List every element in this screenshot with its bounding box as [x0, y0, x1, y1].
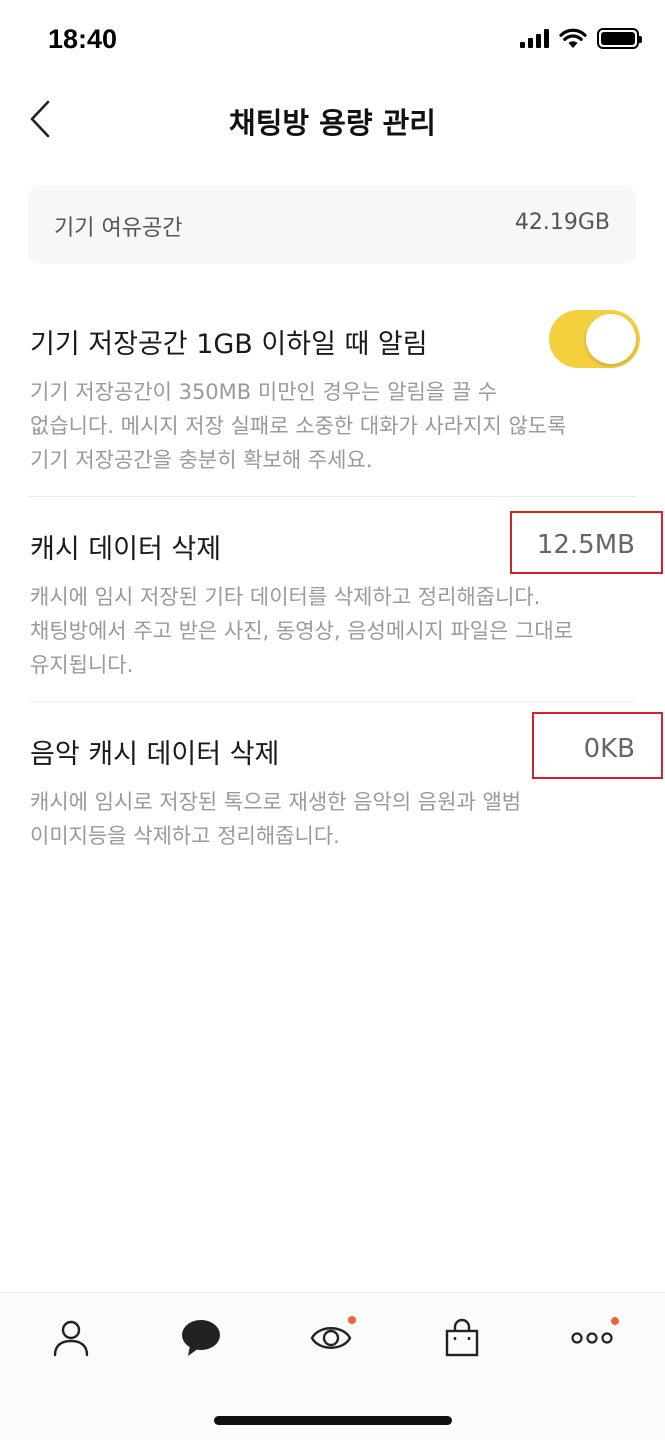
- tab-shopping[interactable]: [427, 1307, 497, 1369]
- page-title: 채팅방 용량 관리: [229, 106, 436, 140]
- tab-chats[interactable]: [166, 1307, 236, 1369]
- person-icon: [53, 1320, 89, 1357]
- status-icons: [520, 28, 642, 49]
- chat-bubble-icon: [182, 1320, 220, 1356]
- view-eye-icon: [310, 1327, 352, 1349]
- low-storage-alert-description: 기기 저장공간이 350MB 미만인 경우는 알림을 끌 수 없습니다. 메시지…: [30, 375, 630, 477]
- wifi-icon: [559, 28, 587, 48]
- tab-view[interactable]: [296, 1307, 366, 1369]
- tab-more[interactable]: [557, 1307, 627, 1369]
- shopping-bag-icon: [445, 1318, 479, 1357]
- low-storage-alert-title: 기기 저장공간 1GB 이하일 때 알림: [30, 329, 428, 360]
- cache-size-value: 12.5MB: [536, 530, 635, 560]
- device-storage-card: 기기 여유공간 42.19GB: [28, 185, 636, 264]
- cache-delete-description: 캐시에 임시 저장된 기타 데이터를 삭제하고 정리해줍니다. 채팅방에서 주고…: [30, 580, 630, 682]
- status-time: 18:40: [48, 24, 118, 54]
- description-line: 유지됩니다.: [30, 653, 134, 677]
- home-indicator: [214, 1416, 452, 1425]
- status-bar: 18:40: [0, 0, 665, 84]
- device-storage-label: 기기 여유공간: [54, 216, 183, 241]
- cache-delete-title[interactable]: 캐시 데이터 삭제: [30, 527, 221, 566]
- toggle-knob: [586, 314, 636, 364]
- description-line: 캐시에 임시로 저장된 톡으로 재생한 음악의 음원과 앨범: [30, 790, 522, 814]
- divider: [28, 701, 636, 702]
- tab-friends[interactable]: [36, 1307, 106, 1369]
- signal-icon: [520, 29, 549, 48]
- screen: 18:40 채팅방 용량 관리 기기 여유공간 42.19GB 기기 저장공간 …: [0, 0, 665, 1440]
- low-storage-alert-toggle[interactable]: [549, 310, 640, 368]
- divider: [28, 496, 636, 497]
- description-line: 캐시에 임시 저장된 기타 데이터를 삭제하고 정리해줍니다.: [30, 585, 541, 609]
- music-cache-size-value: 0KB: [583, 734, 635, 764]
- description-line: 채팅방에서 주고 받은 사진, 동영상, 음성메시지 파일은 그대로: [30, 619, 574, 643]
- notification-dot: [611, 1317, 619, 1325]
- music-cache-delete-description: 캐시에 임시로 저장된 톡으로 재생한 음악의 음원과 앨범 이미지등을 삭제하…: [30, 785, 630, 853]
- notification-dot: [348, 1316, 356, 1324]
- more-dots-icon: [571, 1332, 613, 1344]
- device-storage-value: 42.19GB: [514, 210, 610, 235]
- description-line: 이미지등을 삭제하고 정리해줍니다.: [30, 824, 340, 848]
- battery-icon: [597, 28, 642, 49]
- description-line: 없습니다. 메시지 저장 실패로 소중한 대화가 사라지지 않도록: [30, 414, 567, 438]
- nav-bar: 채팅방 용량 관리: [0, 84, 665, 154]
- music-cache-delete-title[interactable]: 음악 캐시 데이터 삭제: [30, 732, 279, 771]
- description-line: 기기 저장공간을 충분히 확보해 주세요.: [30, 448, 373, 472]
- description-line: 기기 저장공간이 350MB 미만인 경우는 알림을 끌 수: [30, 380, 498, 404]
